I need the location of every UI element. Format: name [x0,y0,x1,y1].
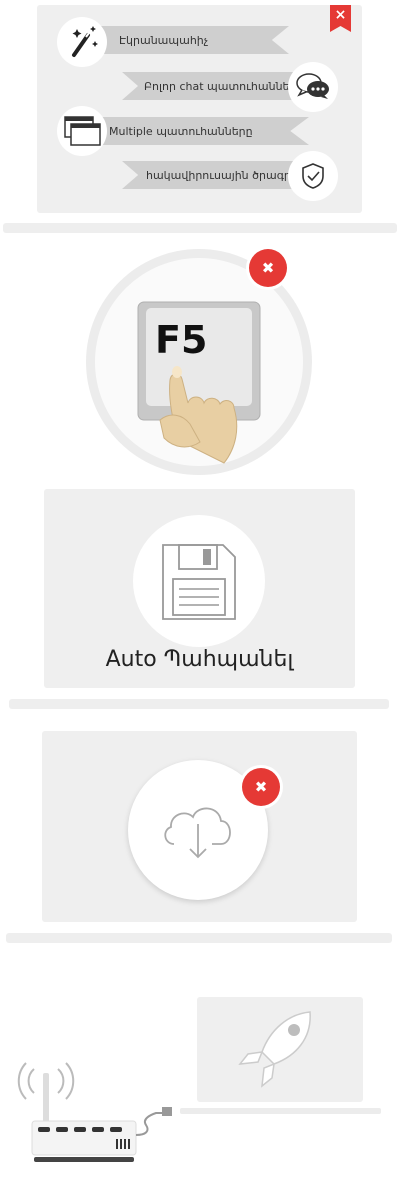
f5-key-label: F5 [155,318,208,362]
feature-ribbon-windows: Multiple պատուհանները [75,117,309,145]
section-divider [3,223,397,233]
windows-icon-circle [57,106,107,156]
feature-label-security: հակավիրուսային ծրագրեր [146,168,305,182]
wizard-icon-circle [57,17,107,67]
section-divider [6,933,392,943]
router-icon [17,1062,172,1162]
close-icon: ✖ [254,778,268,796]
chats-icon-circle [288,62,338,112]
section-divider [9,699,389,709]
magic-wand-icon [72,26,98,57]
feature-label-wizard: Էկրանապահիչ [119,33,209,47]
close-icon: ✖ [261,259,275,277]
download-close-button[interactable]: ✖ [242,768,280,806]
shield-check-icon [302,163,324,189]
close-icon[interactable]: × [335,7,347,23]
chat-bubbles-icon [296,73,329,99]
multiple-windows-icon [64,116,101,146]
feature-ribbon-wizard: Էկրանապահիչ [75,26,289,54]
rocket-icon [238,1011,311,1088]
speed-bar [180,1108,381,1114]
autosave-label: Auto Պահպանել [105,647,294,672]
security-icon-circle [288,151,338,201]
refresh-close-button[interactable]: ✖ [249,249,287,287]
autosave-icon-circle [133,515,265,647]
floppy-disk-icon [162,544,236,620]
feature-label-windows: Multiple պատուհանները [109,124,253,138]
feature-label-chats: Բոլոր chat պատուհանները [144,79,304,93]
